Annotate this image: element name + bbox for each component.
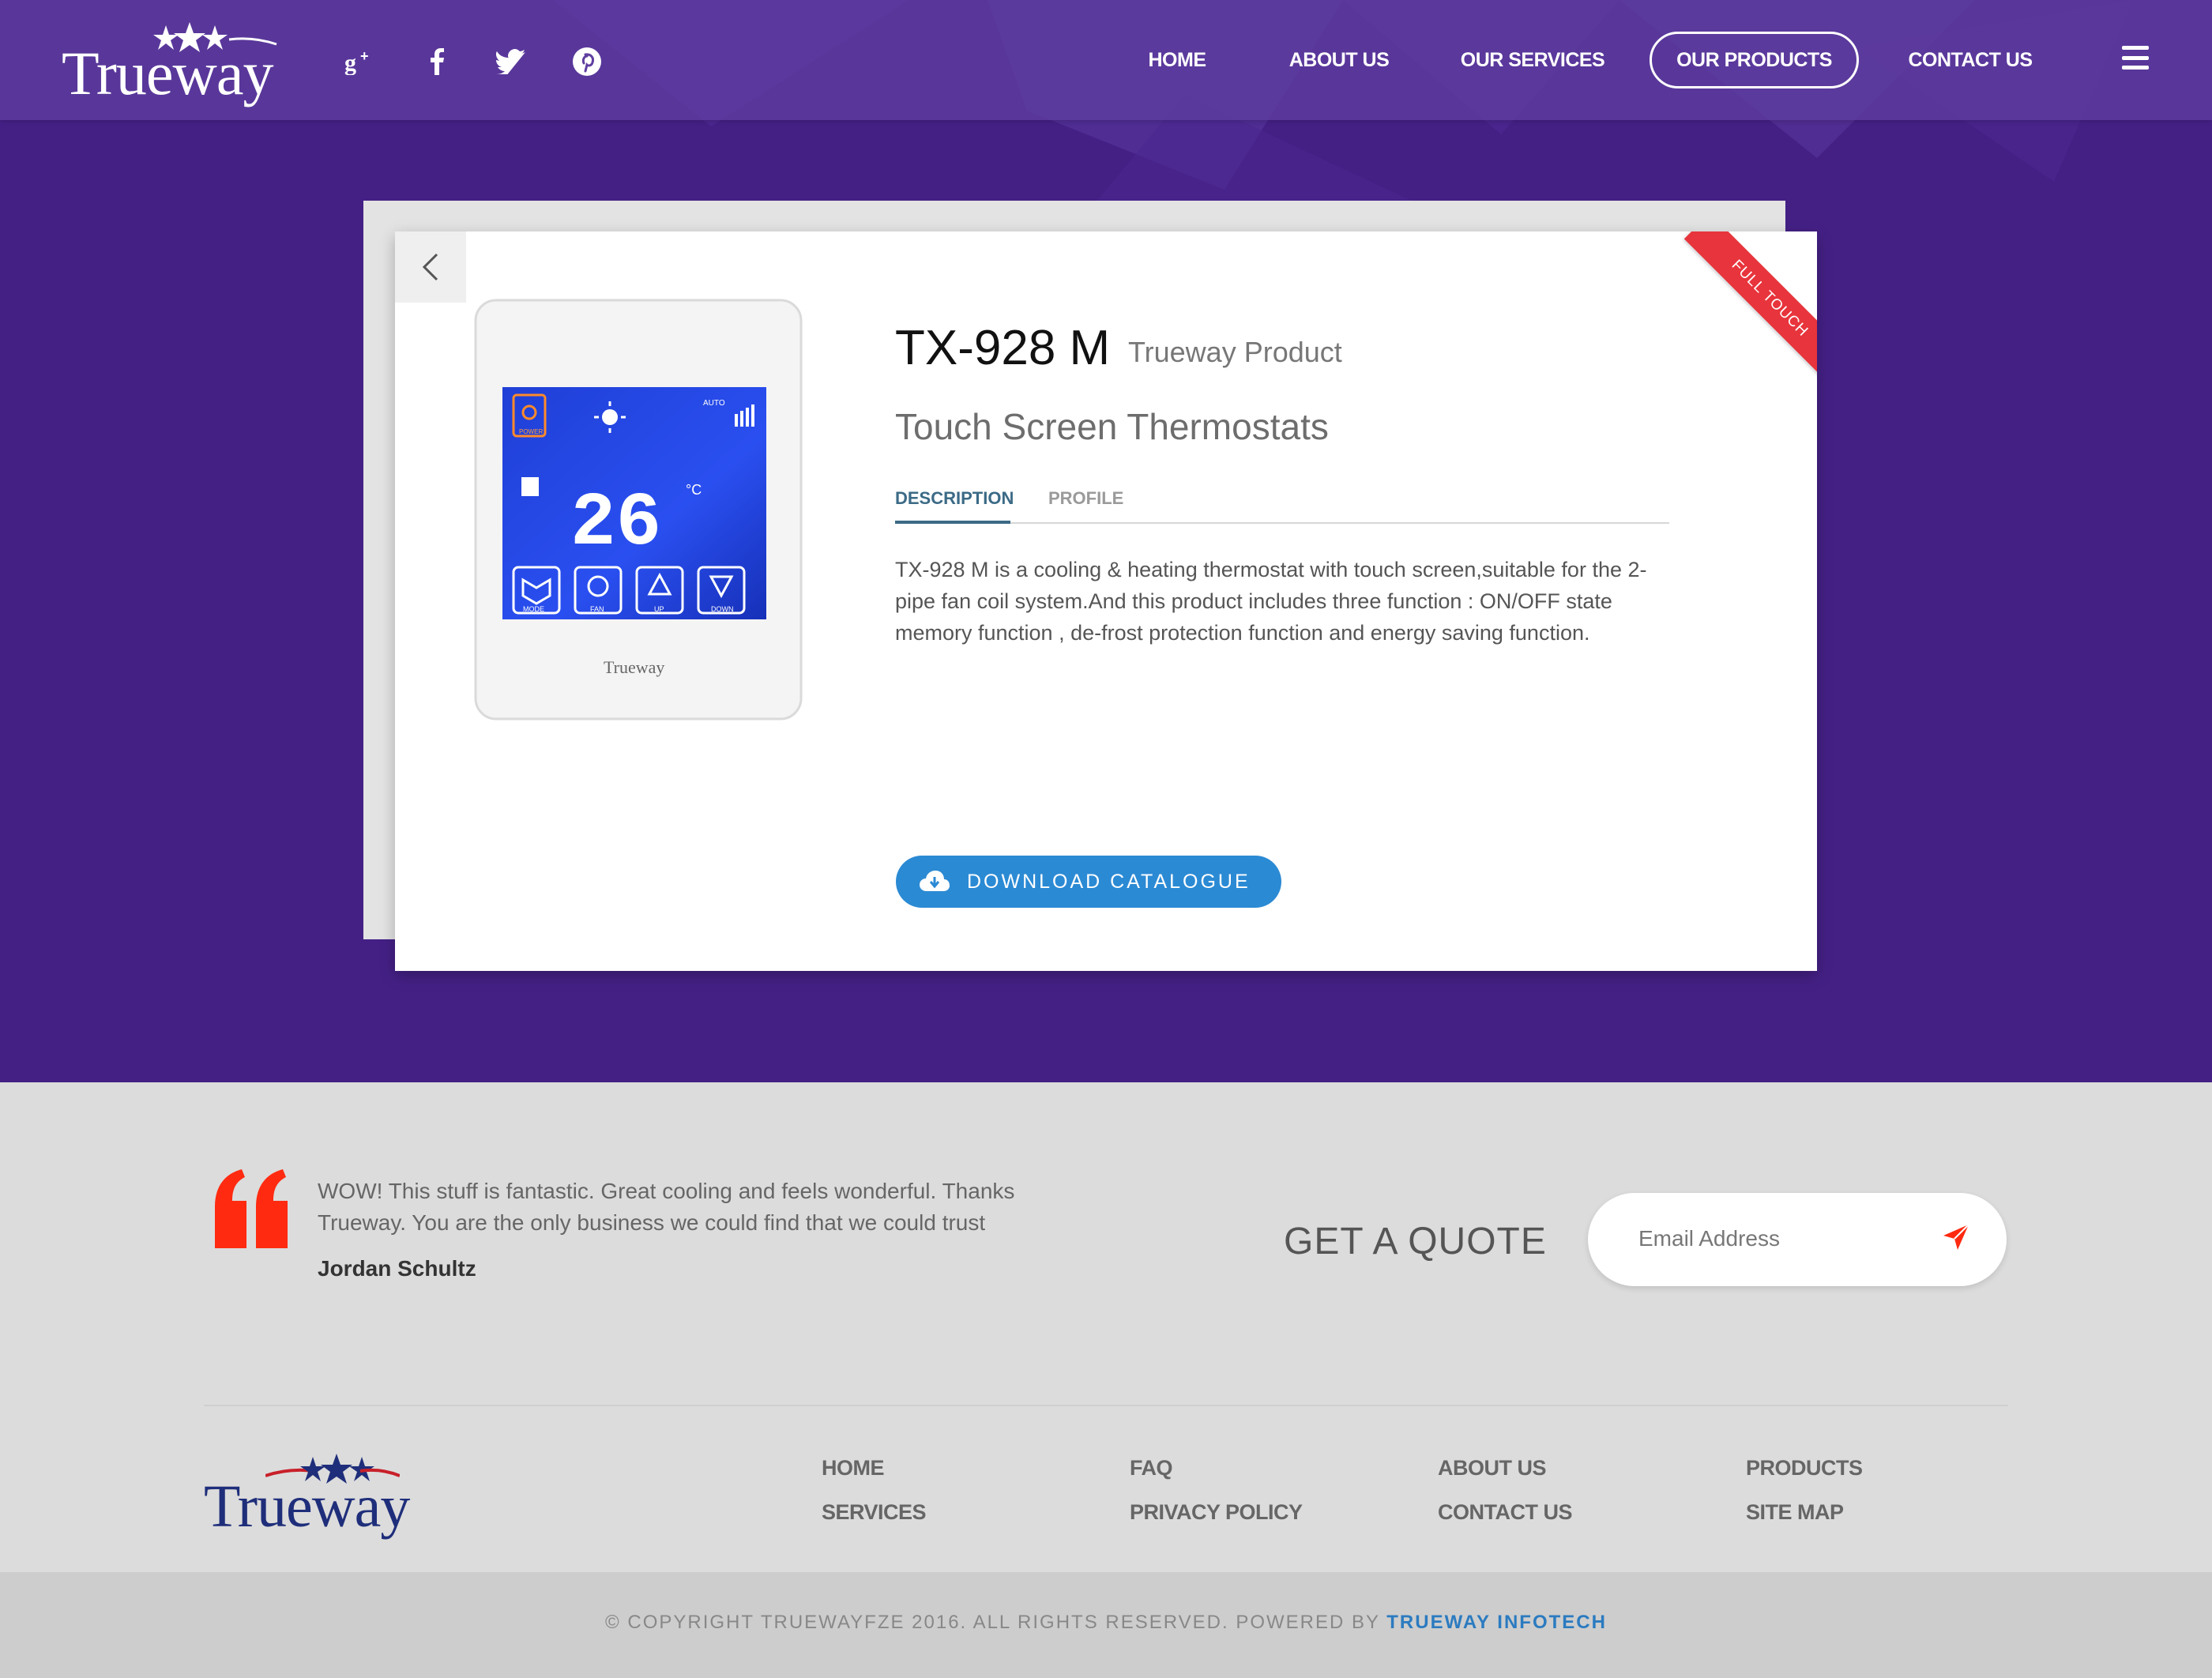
footer-link-contact-us[interactable]: CONTACT US — [1438, 1500, 1573, 1525]
tab-profile[interactable]: PROFILE — [1048, 484, 1123, 524]
product-model: TX-928 M — [895, 321, 1111, 375]
pinterest-icon[interactable] — [563, 38, 611, 85]
footer-link-services[interactable]: SERVICES — [822, 1500, 927, 1525]
nav-home[interactable]: HOME — [1130, 32, 1224, 88]
footer-link-privacy-policy[interactable]: PRIVACY POLICY — [1130, 1500, 1303, 1525]
power-label: POWER — [519, 428, 543, 435]
chevron-left-icon — [422, 253, 438, 281]
nav-contact-us[interactable]: CONTACT US — [1902, 32, 2038, 88]
download-catalogue-button[interactable]: DOWNLOAD CATALOGUE — [896, 856, 1281, 908]
auto-label: AUTO — [703, 399, 725, 408]
footer-link-home[interactable]: HOME — [822, 1456, 885, 1480]
temperature-display: 26 — [570, 480, 661, 566]
footer-link-site-map[interactable]: SITE MAP — [1746, 1500, 1844, 1525]
twitter-icon[interactable] — [487, 38, 535, 85]
mode-button-label: MODE — [523, 605, 544, 613]
product-brand: Trueway Product — [1128, 336, 1342, 368]
back-button[interactable] — [395, 231, 466, 303]
facebook-icon[interactable] — [413, 38, 461, 85]
footer-logo[interactable]: Trueway — [204, 1454, 433, 1541]
svg-text:g: g — [344, 50, 356, 75]
thermostat-image: POWER AUTO 26 °C MODE FAN UP DOWN Truewa… — [474, 299, 803, 720]
logo-wordmark: Trueway — [62, 39, 273, 107]
header-logo[interactable]: Trueway — [62, 22, 283, 109]
hamburger-menu-icon[interactable] — [2122, 46, 2149, 70]
footer-divider — [204, 1405, 2008, 1406]
testimonial-author: Jordan Schultz — [318, 1256, 476, 1281]
fan-button-label: FAN — [590, 605, 604, 613]
device-brand-label: Trueway — [604, 657, 664, 677]
product-tabs: DESCRIPTION PROFILE — [895, 484, 1669, 524]
product-description: TX-928 M is a cooling & heating thermost… — [895, 558, 1647, 645]
quote-mark-icon — [215, 1169, 288, 1248]
full-touch-ribbon: FULL TOUCH — [1683, 231, 1817, 385]
copyright-label: © COPYRIGHT TRUEWAYFZE 2016. ALL RIGHTS … — [605, 1612, 1380, 1633]
footer-link-faq[interactable]: FAQ — [1130, 1456, 1173, 1480]
ribbon-container: FULL TOUCH — [1659, 231, 1817, 389]
footer-link-about-us[interactable]: ABOUT US — [1438, 1456, 1547, 1480]
email-field[interactable]: Email Address — [1588, 1193, 2007, 1286]
temperature-unit: °C — [686, 482, 702, 498]
footer-logo-wordmark: Trueway — [204, 1473, 410, 1540]
nav-our-services[interactable]: OUR SERVICES — [1456, 32, 1609, 88]
cloud-download-icon — [920, 871, 950, 891]
google-plus-icon[interactable]: g + — [335, 38, 382, 85]
testimonial-text: WOW! This stuff is fantastic. Great cool… — [318, 1179, 1015, 1235]
nav-about-us[interactable]: ABOUT US — [1280, 32, 1398, 88]
get-a-quote-title: GET A QUOTE — [1284, 1221, 1547, 1262]
up-button-label: UP — [654, 605, 664, 613]
powered-by-link[interactable]: TRUEWAY INFOTECH — [1386, 1612, 1607, 1633]
send-icon[interactable] — [1942, 1223, 1970, 1251]
tab-description[interactable]: DESCRIPTION — [895, 484, 1014, 524]
download-catalogue-label: DOWNLOAD CATALOGUE — [967, 870, 1251, 893]
top-navigation-bar: Trueway g + HOME ABOUT US OUR SERVICES OU… — [0, 0, 2212, 120]
product-card: FULL TOUCH POWER AUTO 26 °C MODE FAN UP … — [395, 231, 1817, 971]
copyright-text: © COPYRIGHT TRUEWAYFZE 2016. ALL RIGHTS … — [0, 1612, 2212, 1634]
svg-text:+: + — [360, 48, 369, 64]
email-placeholder: Email Address — [1638, 1226, 1780, 1251]
nav-our-products[interactable]: OUR PRODUCTS — [1650, 32, 1859, 88]
product-category: Touch Screen Thermostats — [895, 406, 1329, 447]
down-button-label: DOWN — [711, 605, 734, 613]
footer-link-products[interactable]: PRODUCTS — [1746, 1456, 1863, 1480]
